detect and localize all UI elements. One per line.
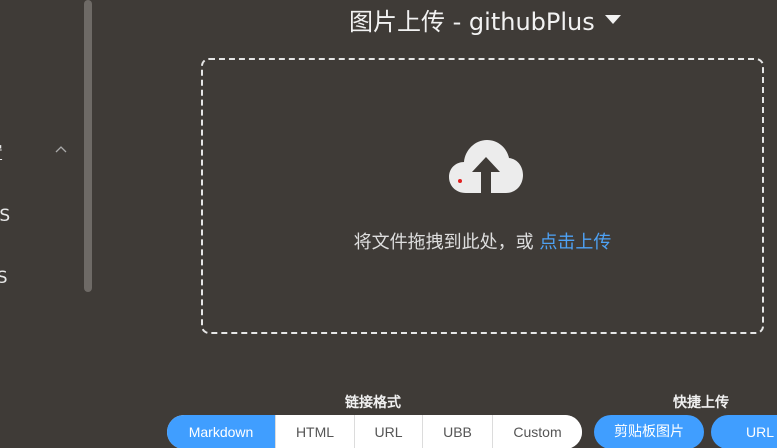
sidebar-item-os[interactable]: OS: [0, 206, 10, 226]
click-upload-link[interactable]: 点击上传: [539, 232, 611, 253]
format-custom-button[interactable]: Custom: [492, 415, 582, 448]
upload-dropzone[interactable]: 将文件拖拽到此处，或 点击上传: [201, 58, 764, 334]
chevron-up-icon[interactable]: [53, 142, 69, 158]
sidebar-item-label: SS: [0, 268, 8, 288]
format-html-button[interactable]: HTML: [275, 415, 354, 448]
cloud-upload-icon: [449, 140, 523, 193]
format-ubb-button[interactable]: UBB: [422, 415, 492, 448]
dropzone-text: 将文件拖拽到此处，或: [353, 232, 540, 253]
caret-down-icon[interactable]: [604, 15, 621, 24]
dropzone-instructions: 将文件拖拽到此处，或 点击上传: [203, 228, 762, 254]
sidebar-item-settings[interactable]: 置: [0, 139, 3, 164]
link-format-group: Markdown HTML URL UBB Custom: [167, 415, 582, 448]
url-upload-button[interactable]: URL: [711, 415, 777, 448]
sidebar-item-label: OS: [0, 206, 11, 226]
quick-upload-label: 快捷上传: [673, 395, 729, 411]
sidebar-scrollbar[interactable]: [84, 0, 92, 292]
format-url-button[interactable]: URL: [354, 415, 422, 448]
clipboard-upload-button[interactable]: 剪贴板图片: [594, 415, 704, 448]
sidebar: 置 OS SS: [0, 0, 94, 448]
picbed-selector[interactable]: 图片上传 - githubPlus: [349, 2, 621, 37]
sidebar-item-ss[interactable]: SS: [0, 268, 8, 288]
link-format-label: 链接格式: [345, 395, 401, 411]
format-markdown-button[interactable]: Markdown: [167, 415, 275, 448]
app-window: 置 OS SS 图片上传 - githubPlus 将文件拖拽到此处，或 点击上…: [0, 0, 777, 448]
page-title: 图片上传 - githubPlus: [349, 8, 595, 36]
sidebar-item-label: 置: [0, 144, 3, 164]
